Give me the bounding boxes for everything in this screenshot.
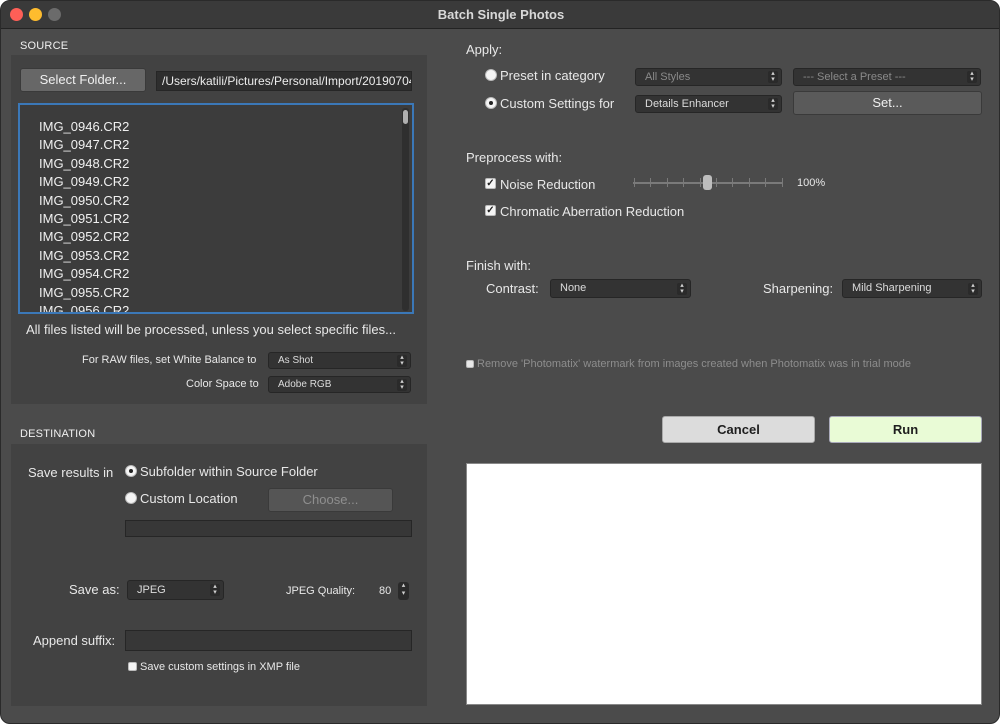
chevron-updown-icon: ▴ ▾ xyxy=(968,282,978,295)
file-list-item[interactable]: IMG_0954.CR2 xyxy=(39,266,129,281)
custom-location-radio[interactable] xyxy=(125,492,137,504)
preset-label[interactable]: Preset in category xyxy=(500,68,605,83)
custom-settings-select[interactable]: Details Enhancer ▴ ▾ xyxy=(635,95,782,113)
chevron-updown-icon: ▴ ▾ xyxy=(210,583,220,596)
color-space-label: Color Space to xyxy=(186,378,259,390)
custom-settings-value: Details Enhancer xyxy=(645,98,729,110)
file-list-hint: All files listed will be processed, unle… xyxy=(26,322,396,337)
save-as-value: JPEG xyxy=(137,584,166,596)
sharpening-label: Sharpening: xyxy=(763,281,834,296)
noise-value: 100% xyxy=(797,177,826,189)
window-title: Batch Single Photos xyxy=(437,7,565,22)
chevron-updown-icon: ▴ ▾ xyxy=(397,354,407,367)
slider-tick xyxy=(650,178,652,187)
preset-select[interactable]: --- Select a Preset --- ▴ ▾ xyxy=(793,68,981,86)
save-as-label: Save as: xyxy=(69,582,120,597)
contrast-select[interactable]: None ▴ ▾ xyxy=(550,279,691,298)
chevron-updown-icon: ▴ ▾ xyxy=(677,282,687,295)
choose-location-button[interactable]: Choose... xyxy=(268,488,393,512)
jpeg-quality-label: JPEG Quality: xyxy=(286,585,356,597)
save-xmp-checkbox[interactable] xyxy=(128,662,137,671)
noise-reduction-checkbox[interactable]: ✓ xyxy=(485,178,496,189)
save-results-label: Save results in xyxy=(28,465,114,480)
color-space-select[interactable]: Adobe RGB ▴ ▾ xyxy=(268,376,411,393)
select-folder-button[interactable]: Select Folder... xyxy=(20,68,146,92)
subfolder-radio[interactable] xyxy=(125,465,137,477)
file-list-item[interactable]: IMG_0950.CR2 xyxy=(39,193,129,208)
slider-tick xyxy=(781,178,783,187)
run-button[interactable]: Run xyxy=(829,416,982,443)
slider-tick xyxy=(683,178,685,187)
chromatic-aberration-label[interactable]: Chromatic Aberration Reduction xyxy=(500,204,684,219)
white-balance-select[interactable]: As Shot ▴ ▾ xyxy=(268,352,411,369)
folder-path-field[interactable]: /Users/katili/Pictures/Personal/Import/2… xyxy=(156,71,412,91)
title-bar: Batch Single Photos xyxy=(1,1,999,29)
chevron-updown-icon: ▴ ▾ xyxy=(768,70,778,83)
file-list-scroll-thumb[interactable] xyxy=(403,110,408,124)
remove-watermark-label[interactable]: Remove 'Photomatix' watermark from image… xyxy=(477,358,911,370)
save-as-select[interactable]: JPEG ▴ ▾ xyxy=(127,580,224,600)
chromatic-aberration-checkbox[interactable]: ✓ xyxy=(485,205,496,216)
slider-tick xyxy=(765,178,767,187)
apply-label: Apply: xyxy=(466,42,503,57)
custom-settings-radio[interactable] xyxy=(485,97,497,109)
custom-location-label[interactable]: Custom Location xyxy=(140,491,238,506)
source-section-label: SOURCE xyxy=(20,40,69,52)
subfolder-label[interactable]: Subfolder within Source Folder xyxy=(140,464,318,479)
file-list-item[interactable]: IMG_0949.CR2 xyxy=(39,174,129,189)
finish-label: Finish with: xyxy=(466,258,532,273)
file-list-item[interactable]: IMG_0948.CR2 xyxy=(39,156,129,171)
preprocess-label: Preprocess with: xyxy=(466,150,563,165)
slider-tick xyxy=(748,178,750,187)
file-list-item[interactable]: IMG_0952.CR2 xyxy=(39,229,129,244)
file-list-item[interactable]: IMG_0953.CR2 xyxy=(39,248,129,263)
file-list-item[interactable]: IMG_0947.CR2 xyxy=(39,137,129,152)
save-xmp-label[interactable]: Save custom settings in XMP file xyxy=(140,661,300,673)
jpeg-quality-stepper[interactable]: ▴ ▾ xyxy=(398,582,409,600)
custom-location-path-field[interactable] xyxy=(125,520,412,537)
chevron-updown-icon: ▴ ▾ xyxy=(397,378,407,391)
slider-tick xyxy=(732,178,734,187)
cancel-button[interactable]: Cancel xyxy=(662,416,815,443)
contrast-label: Contrast: xyxy=(486,281,539,296)
file-list-item[interactable]: IMG_0951.CR2 xyxy=(39,211,129,226)
sharpening-value: Mild Sharpening xyxy=(852,282,932,294)
append-suffix-field[interactable] xyxy=(125,630,412,651)
preset-value: --- Select a Preset --- xyxy=(803,71,906,83)
preset-radio[interactable] xyxy=(485,69,497,81)
batch-window: Batch Single Photos SOURCE Select Folder… xyxy=(0,0,1000,724)
slider-tick xyxy=(634,178,635,187)
preset-category-select[interactable]: All Styles ▴ ▾ xyxy=(635,68,782,86)
sharpening-select[interactable]: Mild Sharpening ▴ ▾ xyxy=(842,279,982,298)
slider-tick xyxy=(666,178,668,187)
file-list-scrollbar[interactable] xyxy=(402,108,409,311)
output-log-area[interactable] xyxy=(466,463,982,705)
chevron-updown-icon: ▴ ▾ xyxy=(967,70,977,83)
noise-slider-knob[interactable] xyxy=(703,175,712,190)
white-balance-label: For RAW files, set White Balance to xyxy=(82,354,257,366)
preset-category-value: All Styles xyxy=(645,71,691,83)
slider-tick xyxy=(716,178,717,187)
append-suffix-label: Append suffix: xyxy=(33,633,116,648)
set-button[interactable]: Set... xyxy=(793,91,982,115)
color-space-value: Adobe RGB xyxy=(278,379,332,390)
file-list-item[interactable]: IMG_0956.CR2 xyxy=(39,303,129,312)
file-list-item[interactable]: IMG_0955.CR2 xyxy=(39,285,129,300)
destination-section-label: DESTINATION xyxy=(20,428,96,440)
white-balance-value: As Shot xyxy=(278,355,314,366)
slider-tick xyxy=(699,178,701,187)
file-list-item[interactable]: IMG_0946.CR2 xyxy=(39,119,129,134)
file-list[interactable]: IMG_0946.CR2 IMG_0947.CR2 IMG_0948.CR2 IMG_… xyxy=(18,103,414,314)
contrast-value: None xyxy=(560,282,587,294)
jpeg-quality-value[interactable]: 80 xyxy=(379,585,391,597)
noise-reduction-label[interactable]: Noise Reduction xyxy=(500,177,595,192)
remove-watermark-checkbox[interactable] xyxy=(466,360,474,368)
custom-settings-label[interactable]: Custom Settings for xyxy=(500,96,614,111)
chevron-updown-icon: ▴ ▾ xyxy=(768,97,778,110)
